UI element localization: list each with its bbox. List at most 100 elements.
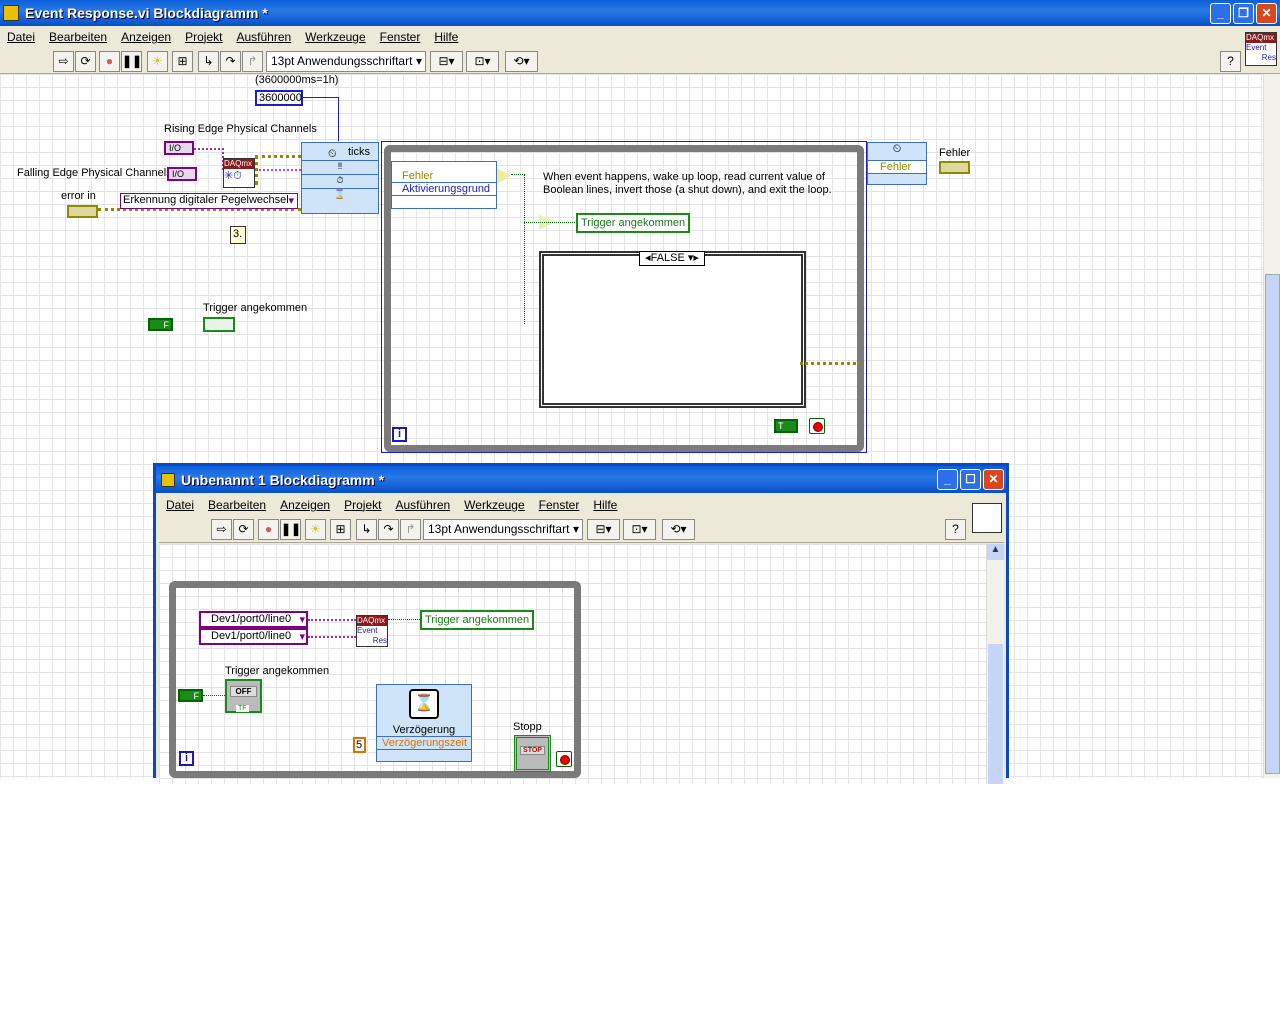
detection-enum-value: Erkennung digitaler Pegelwechsel [123, 194, 289, 206]
switch-off-label: OFF [230, 686, 257, 697]
pause-icon[interactable]: ❚❚ [280, 519, 301, 540]
step-over-icon[interactable]: ↷ [378, 519, 399, 540]
highlight-execution-icon[interactable]: ☀ [305, 519, 326, 540]
sub-false-constant[interactable]: F [178, 689, 203, 702]
stop-button-control[interactable]: STOP [514, 735, 551, 772]
close-button[interactable]: ✕ [1256, 3, 1277, 24]
help-label: ? [1227, 54, 1234, 68]
channel-control-2[interactable]: Dev1/port0/line0 ▾ [199, 628, 308, 645]
channel-value: Dev1/port0/line0 [211, 613, 292, 625]
event-data-node[interactable]: Fehler Aktivierungsgrund [391, 161, 497, 209]
timeout-terminal-row: ⌛ [334, 189, 346, 199]
error-in-control[interactable] [67, 205, 98, 218]
error-out-wire [800, 362, 862, 365]
abort-icon[interactable]: ● [99, 51, 120, 72]
menu-werkzeuge[interactable]: Werkzeuge [298, 30, 372, 44]
false-constant[interactable]: F [148, 318, 173, 331]
sub-menu-bearbeiten[interactable]: Bearbeiten [201, 498, 273, 512]
distribute-objects-icon[interactable]: ⊡▾ [466, 51, 499, 72]
retain-wire-values-icon[interactable]: ⊞ [330, 519, 351, 540]
sub-menu-werkzeuge[interactable]: Werkzeuge [457, 498, 531, 512]
step-into-icon[interactable]: ↳ [198, 51, 219, 72]
scroll-thumb[interactable] [988, 644, 1003, 784]
menu-hilfe[interactable]: Hilfe [427, 30, 465, 44]
sub-menu-fenster[interactable]: Fenster [532, 498, 587, 512]
detection-enum[interactable]: Erkennung digitaler Pegelwechsel ▾ [120, 193, 298, 209]
case-selector[interactable]: ◂FALSE ▾▸ [639, 251, 705, 266]
labview-app-icon [161, 472, 175, 487]
true-constant[interactable]: T [774, 419, 798, 433]
minimize-button[interactable]: _ [1210, 3, 1231, 24]
font-select[interactable]: 13pt Anwendungsschriftart ▾ [266, 51, 426, 72]
step-out-icon[interactable]: ↱ [400, 519, 421, 540]
menu-fenster[interactable]: Fenster [373, 30, 428, 44]
highlight-execution-icon[interactable]: ☀ [147, 51, 168, 72]
stop-text: STOP [520, 746, 545, 755]
retain-wire-values-icon[interactable]: ⊞ [172, 51, 193, 72]
menu-projekt[interactable]: Projekt [178, 30, 229, 44]
sub-font-select[interactable]: 13pt Anwendungsschriftart ▾ [423, 519, 583, 540]
sub-maximize-button[interactable]: ☐ [960, 469, 981, 490]
sub-diagram-canvas[interactable]: Dev1/port0/line0 ▾ Dev1/port0/line0 ▾ DAQm… [159, 544, 986, 784]
badge-event: Event [1246, 43, 1267, 52]
run-continuously-icon[interactable]: ⟳ [233, 519, 254, 540]
sub-menu-ausfuehren[interactable]: Ausführen [388, 498, 457, 512]
scroll-up-arrow-icon[interactable]: ▲ [987, 544, 1004, 560]
align-objects-icon[interactable]: ⊟▾ [587, 519, 620, 540]
context-help-button[interactable]: ? [1220, 51, 1241, 72]
daqmx-event-node[interactable]: DAQmx Event Res [356, 615, 388, 647]
sub-menu-projekt[interactable]: Projekt [337, 498, 388, 512]
boolean-wire [511, 174, 525, 324]
channel-control-1[interactable]: Dev1/port0/line0 ▾ [199, 611, 308, 628]
step-over-icon[interactable]: ↷ [220, 51, 241, 72]
sub-minimize-button[interactable]: _ [937, 469, 958, 490]
trigger-wire [388, 619, 420, 620]
trigger-switch-control[interactable]: OFF TF [225, 679, 262, 713]
comment-text: When event happens, wake up loop, read c… [543, 171, 832, 196]
sub-trigger-indicator: Trigger angekommen [420, 610, 535, 630]
channel-wire-2 [308, 636, 356, 638]
step-into-icon[interactable]: ↳ [356, 519, 377, 540]
sub-menu-hilfe[interactable]: Hilfe [586, 498, 624, 512]
loop-condition-stop-icon[interactable] [809, 418, 825, 434]
run-arrow-icon[interactable]: ⇨ [53, 51, 74, 72]
menu-datei[interactable]: Datei [0, 30, 42, 44]
run-continuously-icon[interactable]: ⟳ [75, 51, 96, 72]
distribute-objects-icon[interactable]: ⊡▾ [623, 519, 656, 540]
main-toolbar: ⇨ ⟳ ● ❚❚ ☀ ⊞ ↳ ↷ ↱ 13pt Anwendungsschrif… [0, 48, 1280, 74]
sub-close-button[interactable]: ✕ [983, 469, 1004, 490]
run-arrow-icon[interactable]: ⇨ [211, 519, 232, 540]
restore-button[interactable]: ❐ [1233, 3, 1254, 24]
delay-value-constant[interactable]: 5 [353, 737, 366, 753]
reorder-icon[interactable]: ⟲▾ [662, 519, 695, 540]
scroll-thumb[interactable] [1265, 274, 1280, 774]
abort-icon[interactable]: ● [258, 519, 279, 540]
menu-anzeigen[interactable]: Anzeigen [114, 30, 178, 44]
vi-icon-badge: DAQmx Event Res [1245, 32, 1277, 66]
main-vertical-scrollbar[interactable] [1263, 74, 1280, 778]
next-case-icon[interactable]: ▸ [693, 252, 699, 264]
chevron-down-icon: ▾ [572, 522, 579, 536]
timeout-constant[interactable]: 3600000 [255, 90, 303, 106]
step-out-icon[interactable]: ↱ [242, 51, 263, 72]
case-structure[interactable] [539, 251, 806, 408]
sub-vertical-scrollbar[interactable]: ▲ [986, 544, 1004, 784]
reorder-icon[interactable]: ⟲▾ [505, 51, 538, 72]
align-objects-icon[interactable]: ⊟▾ [430, 51, 463, 72]
sub-menu-datei[interactable]: Datei [159, 498, 201, 512]
sub-loop-condition-stop-icon[interactable] [556, 751, 572, 767]
sub-menu-anzeigen[interactable]: Anzeigen [273, 498, 337, 512]
unregister-event-node[interactable]: ⏲ Fehler [867, 142, 927, 185]
sub-context-help-button[interactable]: ? [945, 519, 966, 540]
wait-for-event-node[interactable]: ⏲ ticks ‼ ⏱ ⌛ [301, 142, 379, 214]
timer-terminal-row: ⏱ [302, 175, 378, 189]
delay-express-vi[interactable]: ⌛ Verzögerung Verzögerungszeit [376, 684, 472, 762]
trigger-local-variable[interactable] [203, 317, 235, 332]
menu-bearbeiten[interactable]: Bearbeiten [42, 30, 114, 44]
pause-icon[interactable]: ❚❚ [121, 51, 142, 72]
sub-window-title: Unbenannt 1 Blockdiagramm * [181, 471, 385, 488]
menu-ausfuehren[interactable]: Ausführen [229, 30, 298, 44]
rising-edge-io-constant[interactable]: I/O [164, 141, 194, 155]
event-data-aktivierungsgrund: Aktivierungsgrund [392, 183, 496, 196]
chevron-down-icon: ▾ [299, 631, 305, 643]
